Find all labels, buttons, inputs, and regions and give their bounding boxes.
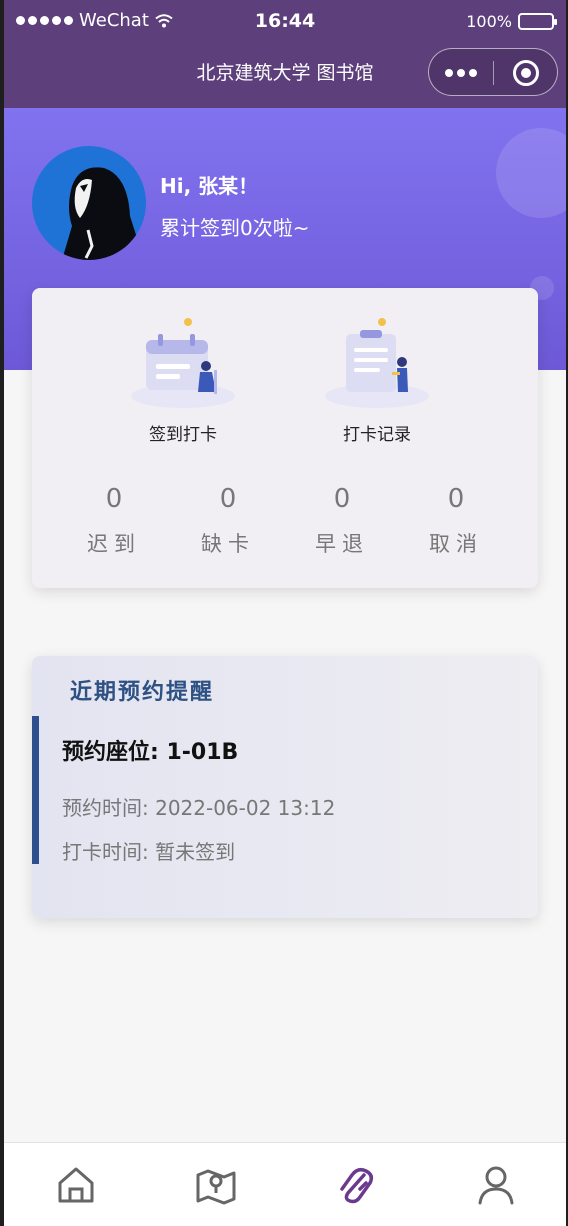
map-icon <box>196 1169 236 1205</box>
battery-percent: 100% <box>466 12 512 31</box>
checkin-card: 签到打卡 打卡记录 0 迟到 0 缺卡 0 早退 0 取消 <box>32 288 538 588</box>
decor-bubble <box>496 128 566 218</box>
reservation-reminder-card[interactable]: 近期预约提醒 预约座位: 1-01B 预约时间: 2022-06-02 13:1… <box>32 656 538 918</box>
checkin-time: 打卡时间: 暂未签到 <box>62 840 236 864</box>
checkin-count-text: 累计签到0次啦~ <box>160 216 310 240</box>
phone-screen: WeChat 16:44 100% 北京建筑大学 图书馆 Hi, 张某！ 累计签… <box>4 0 566 1226</box>
hooded-figure-image <box>62 167 144 260</box>
tab-map[interactable] <box>194 1163 238 1207</box>
more-button[interactable] <box>445 69 477 77</box>
records-action-label: 打卡记录 <box>343 425 411 445</box>
paperclip-icon <box>340 1167 374 1204</box>
stat-label: 缺卡 <box>201 532 255 556</box>
stat-label: 取消 <box>429 532 483 556</box>
tab-profile[interactable] <box>474 1163 518 1207</box>
greeting-text: Hi, 张某！ <box>160 174 259 198</box>
clipboard-illustration-icon <box>322 314 432 410</box>
reserve-time: 预约时间: 2022-06-02 13:12 <box>62 796 336 820</box>
close-miniprogram-button[interactable] <box>513 60 539 86</box>
tab-home[interactable] <box>54 1163 98 1207</box>
capsule-divider <box>493 61 494 85</box>
stat-value: 0 <box>105 484 123 514</box>
stat-value: 0 <box>447 484 465 514</box>
records-action[interactable]: 打卡记录 <box>322 314 432 445</box>
checkin-action-label: 签到打卡 <box>149 425 217 445</box>
avatar[interactable] <box>32 146 146 260</box>
stat-missed: 0 缺卡 <box>188 484 268 558</box>
status-right: 100% <box>466 12 557 31</box>
stat-value: 0 <box>219 484 237 514</box>
user-icon <box>478 1166 514 1205</box>
tab-reservation[interactable] <box>334 1163 378 1207</box>
reserved-seat: 预约座位: 1-01B <box>62 740 239 765</box>
stat-late: 0 迟到 <box>74 484 154 558</box>
checkin-action[interactable]: 签到打卡 <box>128 314 238 445</box>
status-bar: WeChat 16:44 100% <box>4 0 566 44</box>
top-bar: WeChat 16:44 100% 北京建筑大学 图书馆 <box>4 0 566 108</box>
calendar-illustration-icon <box>128 314 238 410</box>
stat-label: 迟到 <box>87 532 141 556</box>
home-icon <box>58 1167 94 1203</box>
stat-label: 早退 <box>315 532 369 556</box>
stat-cancelled: 0 取消 <box>416 484 496 558</box>
battery-icon <box>518 13 557 30</box>
stat-early-leave: 0 早退 <box>302 484 382 558</box>
reminder-accent-bar <box>32 716 39 864</box>
reminder-title: 近期预约提醒 <box>70 680 215 705</box>
stat-value: 0 <box>333 484 351 514</box>
miniprogram-capsule <box>428 48 558 96</box>
tab-bar <box>4 1142 566 1226</box>
